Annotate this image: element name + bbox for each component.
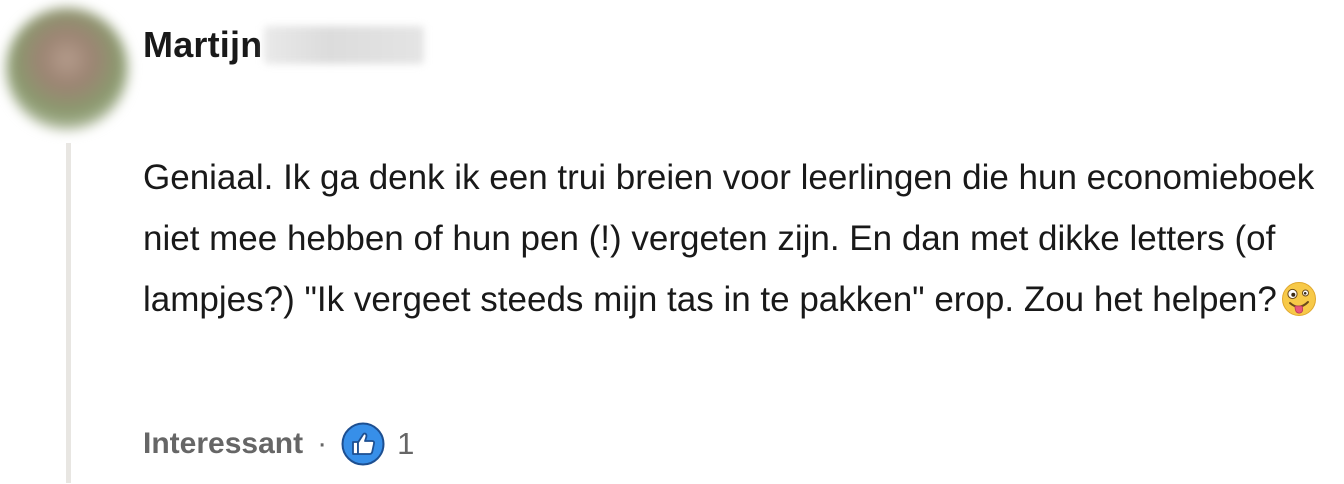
- separator-dot: ·: [317, 427, 328, 460]
- reaction-bar: Interessant · 1: [143, 418, 414, 470]
- thread-line: [66, 143, 71, 483]
- author-name[interactable]: Martijn: [143, 24, 262, 66]
- reaction-count[interactable]: 1: [397, 426, 414, 462]
- react-button[interactable]: Interessant: [143, 427, 303, 461]
- comment-text-content: Geniaal. Ik ga denk ik een trui breien v…: [143, 158, 1315, 319]
- zany-face-emoji: [1281, 282, 1316, 316]
- comment-author[interactable]: Martijn: [143, 20, 425, 70]
- author-lastname-redacted: [264, 26, 425, 64]
- comment-text: Geniaal. Ik ga denk ik een trui breien v…: [143, 147, 1333, 330]
- thumbs-up-icon[interactable]: [341, 422, 385, 466]
- avatar[interactable]: [6, 8, 128, 130]
